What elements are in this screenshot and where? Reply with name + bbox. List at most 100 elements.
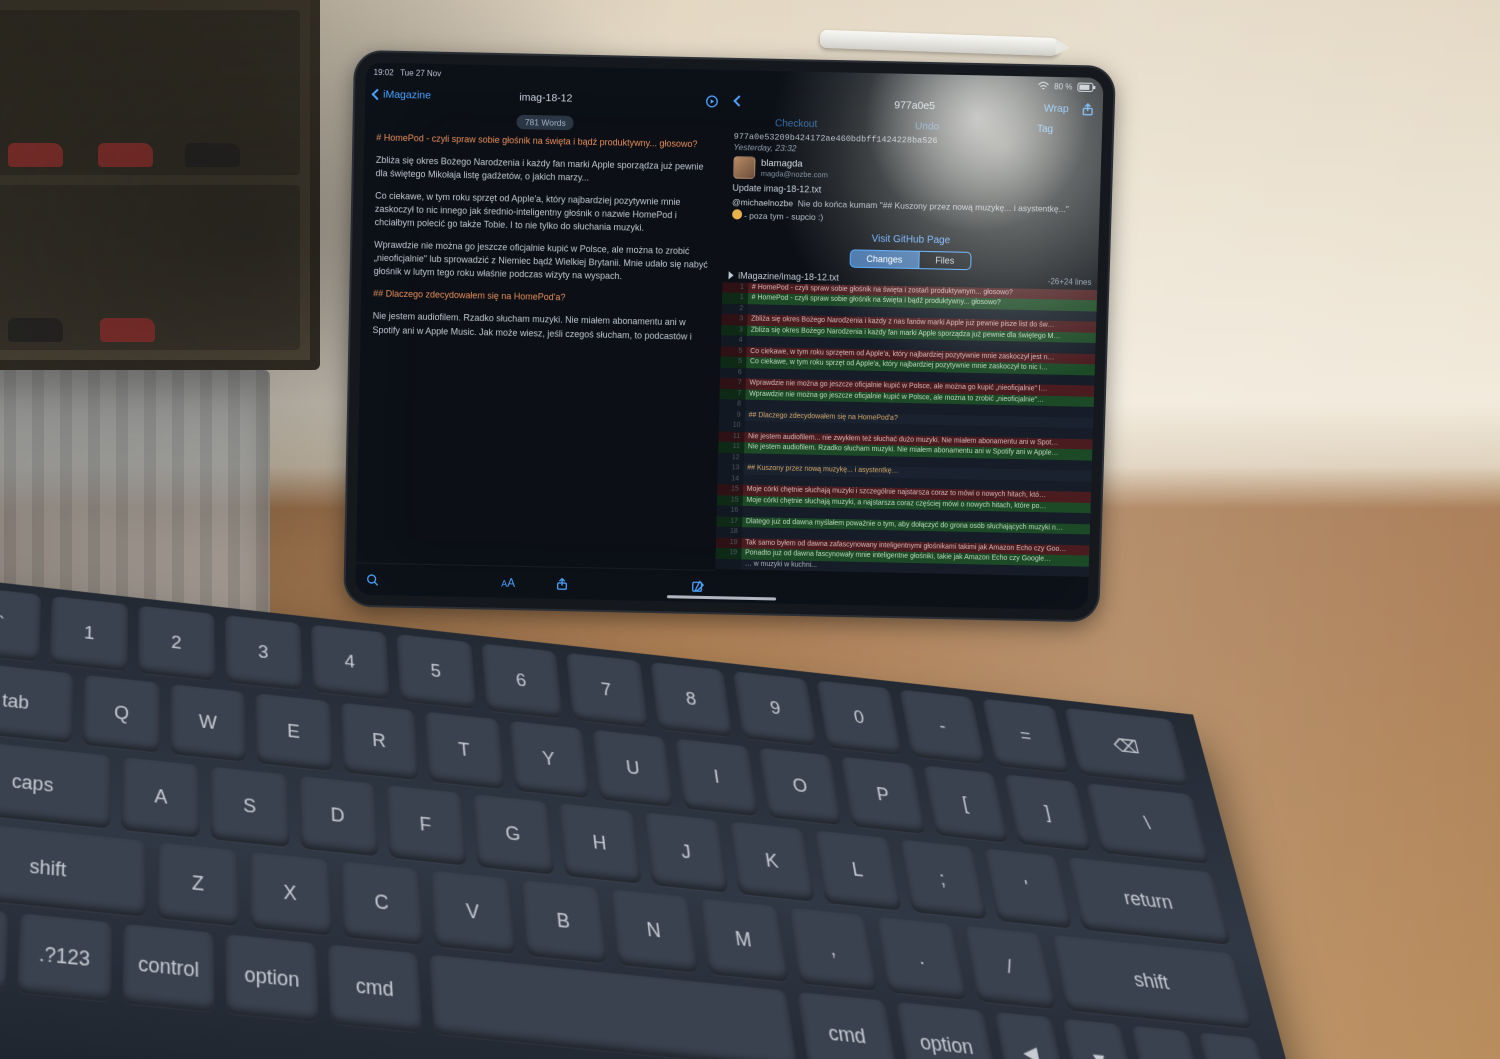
key[interactable]: G [472,794,555,875]
key[interactable]: . [876,917,968,1001]
key[interactable]: F [385,785,467,866]
diff-gutter: 15 [716,495,742,506]
seg-files[interactable]: Files [919,251,971,270]
doc-h1: # HomePod - czyli spraw sobie głośnik na… [376,131,715,151]
action-undo[interactable]: Undo [915,121,939,133]
editor-back-button[interactable]: iMagazine [373,88,431,101]
diff-gutter: 8 [719,400,745,411]
key[interactable]: caps [0,739,112,828]
diff-gutter: 19 [715,538,741,549]
key[interactable]: ▲ [1130,1025,1207,1059]
share-icon[interactable] [1081,102,1095,117]
key[interactable]: X [249,852,332,936]
key[interactable]: N [610,889,698,973]
key[interactable]: ; [899,839,988,919]
key[interactable]: ⌫ [1064,708,1190,787]
diff-gutter: 19 [715,548,741,559]
key[interactable]: 2 [138,606,215,681]
git-back-button[interactable] [734,96,742,108]
key[interactable]: C [340,861,424,945]
action-checkout[interactable]: Checkout [775,118,818,130]
key[interactable]: Z [157,842,239,926]
key[interactable]: W [170,684,246,762]
key[interactable]: P [841,757,926,835]
key[interactable]: tab [0,661,74,743]
doc-paragraph: Zbliża się okres Bożego Narodzenia i każ… [375,154,715,188]
key[interactable]: T [425,712,505,790]
editor-preview-button[interactable] [704,94,718,109]
key[interactable]: A [121,757,200,838]
key[interactable]: Y [509,721,590,799]
share-icon[interactable] [555,576,569,590]
key[interactable]: V [430,870,516,954]
key[interactable]: M [699,898,789,982]
key[interactable]: D [298,776,378,857]
key[interactable]: K [729,821,815,902]
key[interactable]: / [963,926,1056,1010]
key[interactable]: option [895,1002,998,1059]
key[interactable]: R [340,702,419,780]
key[interactable]: Q [83,675,160,753]
key[interactable]: control [122,924,215,1013]
key[interactable]: 9 [733,671,818,746]
key[interactable]: J [644,812,729,893]
status-date: Tue 27 Nov [400,68,441,78]
key[interactable]: 3 [225,615,303,690]
key[interactable]: ◀ [993,1012,1068,1059]
key[interactable]: 8 [650,662,734,737]
word-count-pill: 781 Words [517,115,574,131]
key[interactable]: .?123 [16,913,111,1002]
diff-gutter: 18 [716,527,742,538]
key[interactable]: ' [983,848,1073,928]
key[interactable]: 0 [817,680,903,755]
diff-gutter: 3 [721,325,747,336]
wrap-toggle[interactable]: Wrap [1044,102,1069,115]
key[interactable]: return [1066,857,1231,945]
diff-gutter: 14 [717,474,743,485]
key[interactable]: H [558,803,642,884]
search-icon[interactable] [365,572,379,586]
diff-gutter: 12 [718,453,744,464]
seg-changes[interactable]: Changes [849,249,919,269]
key[interactable]: , [787,907,878,991]
diff-gutter: 7 [719,378,745,389]
key[interactable]: shift [1051,935,1254,1030]
key[interactable]: 🌐 [0,906,8,992]
key[interactable]: ] [1004,774,1092,851]
key[interactable]: = [982,699,1070,774]
key[interactable]: shift [0,821,146,917]
key[interactable]: ` [0,586,41,662]
key[interactable]: B [520,880,607,964]
chevron-left-icon [733,95,744,107]
key[interactable]: O [758,748,842,826]
editor-back-label: iMagazine [383,88,431,101]
key[interactable]: I [675,739,758,817]
diff-gutter: 2 [721,304,747,315]
diff-gutter: 1 [722,293,748,304]
key[interactable]: U [592,730,674,808]
text-size-icon[interactable]: AA [501,575,515,589]
action-tag[interactable]: Tag [1037,124,1053,136]
diff-gutter: 1 [722,282,748,293]
document-body[interactable]: # HomePod - czyli spraw sobie głośnik na… [356,131,726,570]
diff-view[interactable]: 1# HomePod - czyli spraw sobie głośnik n… [714,282,1097,610]
key[interactable]: ▶ [1198,1032,1276,1059]
key[interactable]: 6 [481,643,562,718]
key[interactable]: cmd [328,944,423,1032]
author-email: magda@nozbe.com [761,169,828,180]
key[interactable]: [ [923,765,1010,842]
key[interactable]: - [899,690,986,765]
key[interactable]: E [255,693,332,771]
key[interactable]: option [225,934,319,1022]
key[interactable]: 7 [565,653,648,728]
compose-icon[interactable] [690,579,704,593]
key[interactable]: S [210,766,289,847]
key[interactable]: 4 [310,625,389,700]
key[interactable]: L [814,830,902,911]
key[interactable]: 1 [49,596,128,671]
key[interactable]: 5 [396,634,476,709]
diff-gutter: 5 [720,346,746,357]
key[interactable]: \ [1085,783,1210,864]
key[interactable]: ▼ [1062,1019,1138,1059]
key[interactable]: cmd [797,992,899,1059]
